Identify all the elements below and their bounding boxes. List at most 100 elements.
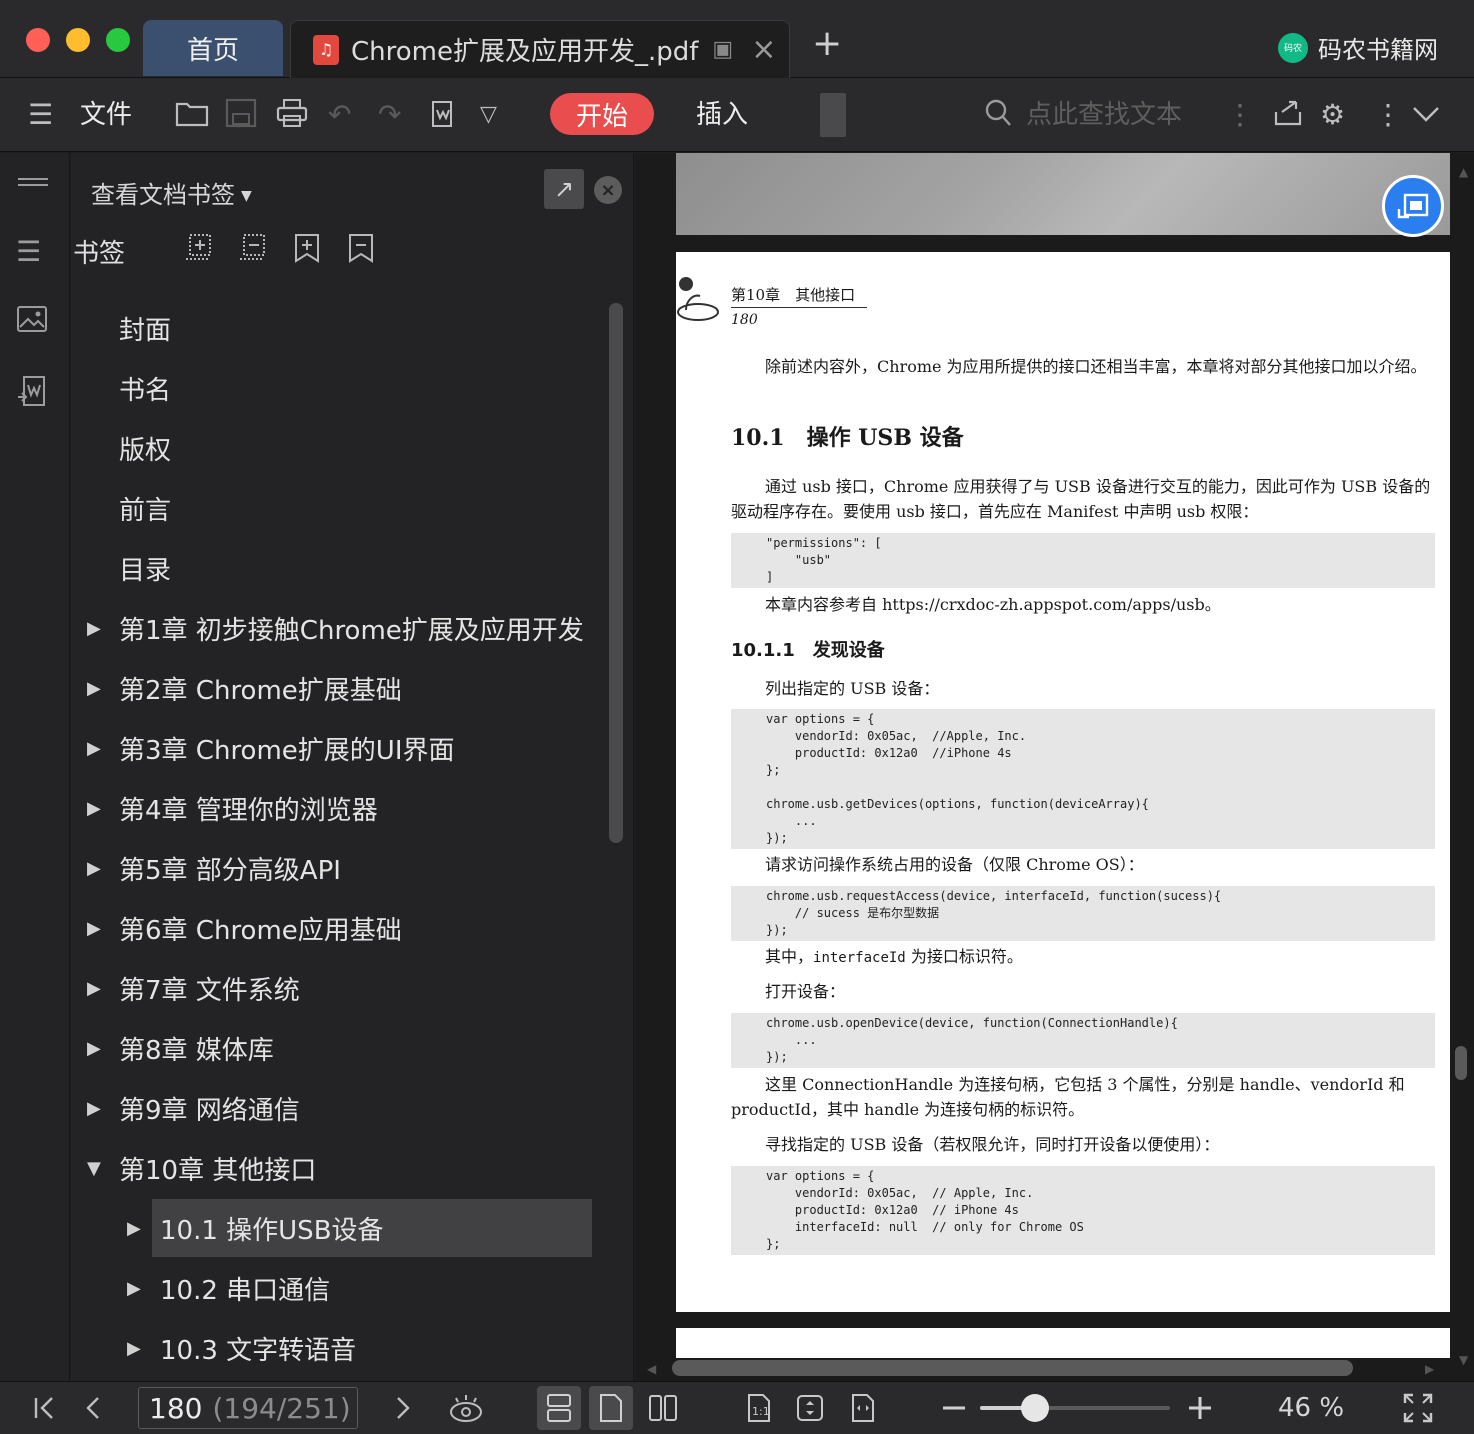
monitor-icon[interactable]: ▣ [712, 37, 733, 62]
panel-title-dropdown[interactable]: 查看文档书签 ▼ [91, 175, 252, 210]
two-page-view-icon[interactable] [641, 1386, 685, 1430]
fullscreen-icon[interactable] [1402, 1392, 1434, 1432]
tab-home[interactable]: 首页 [143, 20, 283, 76]
bookmark-list-icon[interactable]: ☰ [16, 235, 41, 268]
close-tab-icon[interactable]: × [751, 34, 776, 65]
scroll-down-icon[interactable]: ▼ [1459, 1353, 1468, 1367]
bookmark-item[interactable]: 前言 [71, 478, 601, 538]
scroll-left-icon[interactable]: ◀ [647, 1362, 656, 1376]
search-icon[interactable] [984, 98, 1012, 136]
collapse-all-icon[interactable] [238, 233, 268, 269]
convert-icon[interactable] [425, 98, 457, 138]
next-page-icon[interactable] [392, 1392, 414, 1432]
start-tab-button[interactable]: 开始 [550, 93, 654, 135]
bookmark-item[interactable]: ▶ 第2章 Chrome扩展基础 [71, 658, 601, 718]
first-page-icon[interactable] [32, 1392, 58, 1432]
bookmark-item[interactable]: 封面 [71, 298, 601, 358]
list-devices-paragraph: 列出指定的 USB 设备： [765, 679, 940, 698]
page-number-field[interactable]: 180 (194/251) [138, 1387, 358, 1429]
add-bookmark-icon[interactable] [292, 233, 322, 269]
more-tabs-button[interactable] [820, 93, 846, 137]
search-input[interactable]: 点此查找文本 [1026, 98, 1182, 132]
pdf-file-icon: ♫ [313, 34, 339, 65]
collapsed-arrow-icon[interactable]: ▶ [127, 1278, 141, 1299]
file-menu[interactable]: 文件 [80, 98, 132, 132]
bookmark-item-selected[interactable]: ▶ 10.1 操作USB设备 [71, 1198, 601, 1258]
vertical-scrollbar[interactable] [1455, 1046, 1467, 1080]
chevron-down-icon[interactable] [1410, 98, 1442, 136]
close-window-button[interactable] [26, 28, 50, 52]
collapsed-arrow-icon[interactable]: ▶ [127, 1218, 141, 1239]
collapsed-arrow-icon[interactable]: ▶ [87, 1038, 101, 1059]
collapsed-arrow-icon[interactable]: ▶ [87, 678, 101, 699]
zoom-out-icon[interactable] [940, 1392, 968, 1432]
pop-out-icon[interactable]: ↗ [544, 169, 584, 209]
collapsed-arrow-icon[interactable]: ▶ [87, 918, 101, 939]
menu-icon[interactable]: ☰ [28, 98, 53, 132]
thumbnail-icon[interactable] [16, 305, 48, 340]
bookmark-item[interactable]: ▶ 10.2 串口通信 [71, 1258, 601, 1318]
collapsed-arrow-icon[interactable]: ▶ [87, 978, 101, 999]
zoom-window-button[interactable] [106, 28, 130, 52]
undo-icon[interactable]: ↶ [328, 98, 351, 132]
bookmark-item[interactable]: ▶ 第3章 Chrome扩展的UI界面 [71, 718, 601, 778]
bookmark-item[interactable]: 目录 [71, 538, 601, 598]
bookmark-item[interactable]: ▼ 第10章 其他接口 [71, 1138, 601, 1198]
zoom-in-icon[interactable] [1186, 1392, 1214, 1432]
continuous-view-icon[interactable] [537, 1386, 581, 1430]
insert-tab-button[interactable]: 插入 [696, 98, 748, 132]
collapsed-arrow-icon[interactable]: ▶ [87, 738, 101, 759]
collapsed-arrow-icon[interactable]: ▶ [127, 1338, 141, 1359]
bookmark-item[interactable]: 版权 [71, 418, 601, 478]
bookmark-item[interactable]: ▶ 第6章 Chrome应用基础 [71, 898, 601, 958]
convert-doc-icon[interactable] [16, 375, 48, 416]
bookmark-item[interactable]: ▶ 第4章 管理你的浏览器 [71, 778, 601, 838]
more-icon[interactable]: ⋮ [1374, 98, 1402, 132]
bookmark-item[interactable]: ▶ 第9章 网络通信 [71, 1078, 601, 1138]
previous-page-icon[interactable] [82, 1392, 104, 1432]
share-icon[interactable] [1272, 98, 1304, 136]
expand-all-icon[interactable] [184, 233, 214, 269]
collapsed-arrow-icon[interactable]: ▶ [87, 798, 101, 819]
save-icon[interactable] [225, 98, 257, 136]
bookmark-item-label: 封面 [119, 315, 172, 346]
document-viewport[interactable]: 第10章 其他接口 180 除前述内容外，Chrome 为应用所提供的接口还相当… [635, 153, 1474, 1381]
remove-bookmark-icon[interactable] [346, 233, 376, 269]
expanded-arrow-icon[interactable]: ▼ [87, 1158, 101, 1179]
panel-scrollbar[interactable] [609, 303, 623, 843]
tab-document[interactable]: ♫ Chrome扩展及应用开发_.pdf ▣ × [290, 20, 790, 78]
more-tools-dropdown-icon[interactable]: ▽ [480, 98, 497, 132]
bookmark-item-label: 10.3 文字转语音 [160, 1335, 357, 1366]
settings-icon[interactable]: ⚙ [1320, 98, 1345, 132]
collapsed-arrow-icon[interactable]: ▶ [87, 618, 101, 639]
collapsed-arrow-icon[interactable]: ▶ [87, 1098, 101, 1119]
scroll-up-icon[interactable]: ▲ [1459, 165, 1468, 179]
bookmark-item-label: 第1章 初步接触Chrome扩展及应用开发 [119, 615, 584, 646]
open-folder-icon[interactable] [175, 98, 209, 136]
bookmark-item[interactable]: ▶ 第1章 初步接触Chrome扩展及应用开发 [71, 598, 601, 658]
bookmark-item[interactable]: ▶ 第7章 文件系统 [71, 958, 601, 1018]
brand: 码农 码农书籍网 [1278, 30, 1438, 65]
zoom-level[interactable]: 46 % [1278, 1392, 1344, 1424]
new-tab-button[interactable]: + [812, 26, 842, 62]
floating-convert-icon[interactable] [1382, 175, 1444, 237]
zoom-slider[interactable] [980, 1394, 1170, 1422]
single-page-view-icon[interactable] [589, 1386, 633, 1430]
eye-protection-icon[interactable] [448, 1392, 484, 1432]
fit-page-icon[interactable] [788, 1386, 832, 1430]
bookmark-item[interactable]: ▶ 10.3 文字转语音 [71, 1318, 601, 1378]
close-panel-icon[interactable]: × [594, 176, 622, 204]
zoom-slider-handle[interactable] [1021, 1394, 1050, 1422]
bookmark-item[interactable]: 书名 [71, 358, 601, 418]
actual-size-icon[interactable]: 1:1 [736, 1386, 780, 1430]
collapsed-arrow-icon[interactable]: ▶ [87, 858, 101, 879]
print-icon[interactable] [276, 98, 308, 136]
fit-width-icon[interactable] [840, 1386, 884, 1430]
scroll-right-icon[interactable]: ▶ [1425, 1362, 1434, 1376]
bookmark-item[interactable]: ▶ 第8章 媒体库 [71, 1018, 601, 1078]
collapse-panel-icon[interactable] [16, 167, 50, 200]
minimize-window-button[interactable] [66, 28, 90, 52]
redo-icon[interactable]: ↷ [378, 98, 401, 132]
bookmark-item[interactable]: ▶ 第5章 部分高级API [71, 838, 601, 898]
horizontal-scrollbar[interactable] [672, 1360, 1353, 1376]
